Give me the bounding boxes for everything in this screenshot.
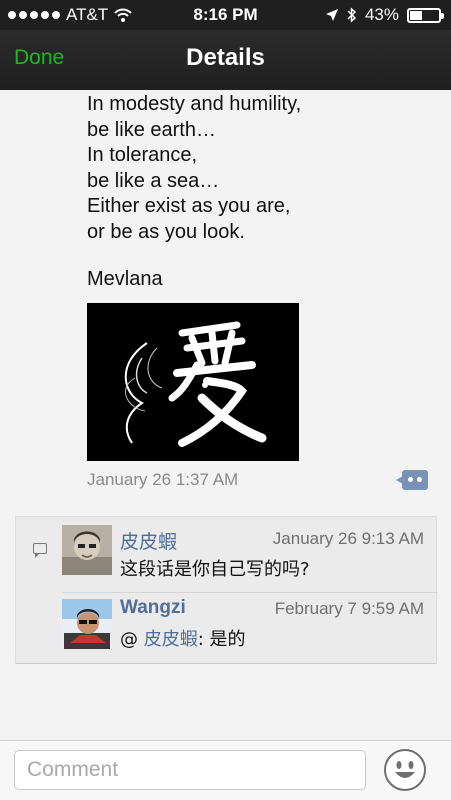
calligraphy-artwork — [87, 303, 299, 461]
bluetooth-icon — [347, 7, 357, 23]
battery-icon — [407, 7, 444, 23]
post-text: In modesty and humility, be like earth… … — [87, 93, 302, 243]
avatar[interactable] — [62, 525, 112, 575]
comment-time: February 7 9:59 AM — [274, 599, 424, 618]
post-detail[interactable]: In modesty and humility, be like earth… … — [0, 90, 451, 740]
comment-item[interactable]: Wangzi February 7 9:59 AM @ 皮皮蝦: 是的 — [62, 592, 438, 662]
emoji-icon[interactable] — [384, 749, 426, 791]
battery-percent: 43% — [364, 5, 399, 24]
page-title: Details — [186, 44, 265, 71]
status-bar: AT&T 8:16 PM 43% — [0, 0, 451, 30]
comments-section: 皮皮蝦 January 26 9:13 AM 这段话是你自己写的吗? Wangz… — [15, 516, 438, 664]
comment-item[interactable]: 皮皮蝦 January 26 9:13 AM 这段话是你自己写的吗? — [62, 523, 438, 593]
post-author-line: Mevlana — [87, 268, 163, 290]
mention-prefix: @ — [120, 629, 144, 650]
avatar[interactable] — [62, 599, 112, 649]
comment-input[interactable] — [14, 750, 366, 790]
comment-text: @ 皮皮蝦: 是的 — [120, 625, 246, 651]
post-timestamp: January 26 1:37 AM — [87, 470, 239, 489]
comment-author[interactable]: Wangzi — [120, 597, 186, 619]
comment-input-bar — [0, 740, 451, 800]
nav-bar: Done Details — [0, 30, 451, 90]
comment-reply-text: : 是的 — [197, 629, 246, 650]
comment-time: January 26 9:13 AM — [272, 529, 424, 548]
status-right: 43% — [325, 5, 444, 25]
comment-toggle-icon[interactable] — [396, 470, 428, 490]
comment-bubble-icon — [33, 543, 47, 558]
mention-link[interactable]: 皮皮蝦 — [144, 629, 198, 650]
post-image[interactable] — [87, 303, 299, 461]
location-arrow-icon — [325, 9, 338, 21]
comment-author[interactable]: 皮皮蝦 — [120, 527, 177, 554]
comment-text: 这段话是你自己写的吗? — [120, 559, 310, 580]
